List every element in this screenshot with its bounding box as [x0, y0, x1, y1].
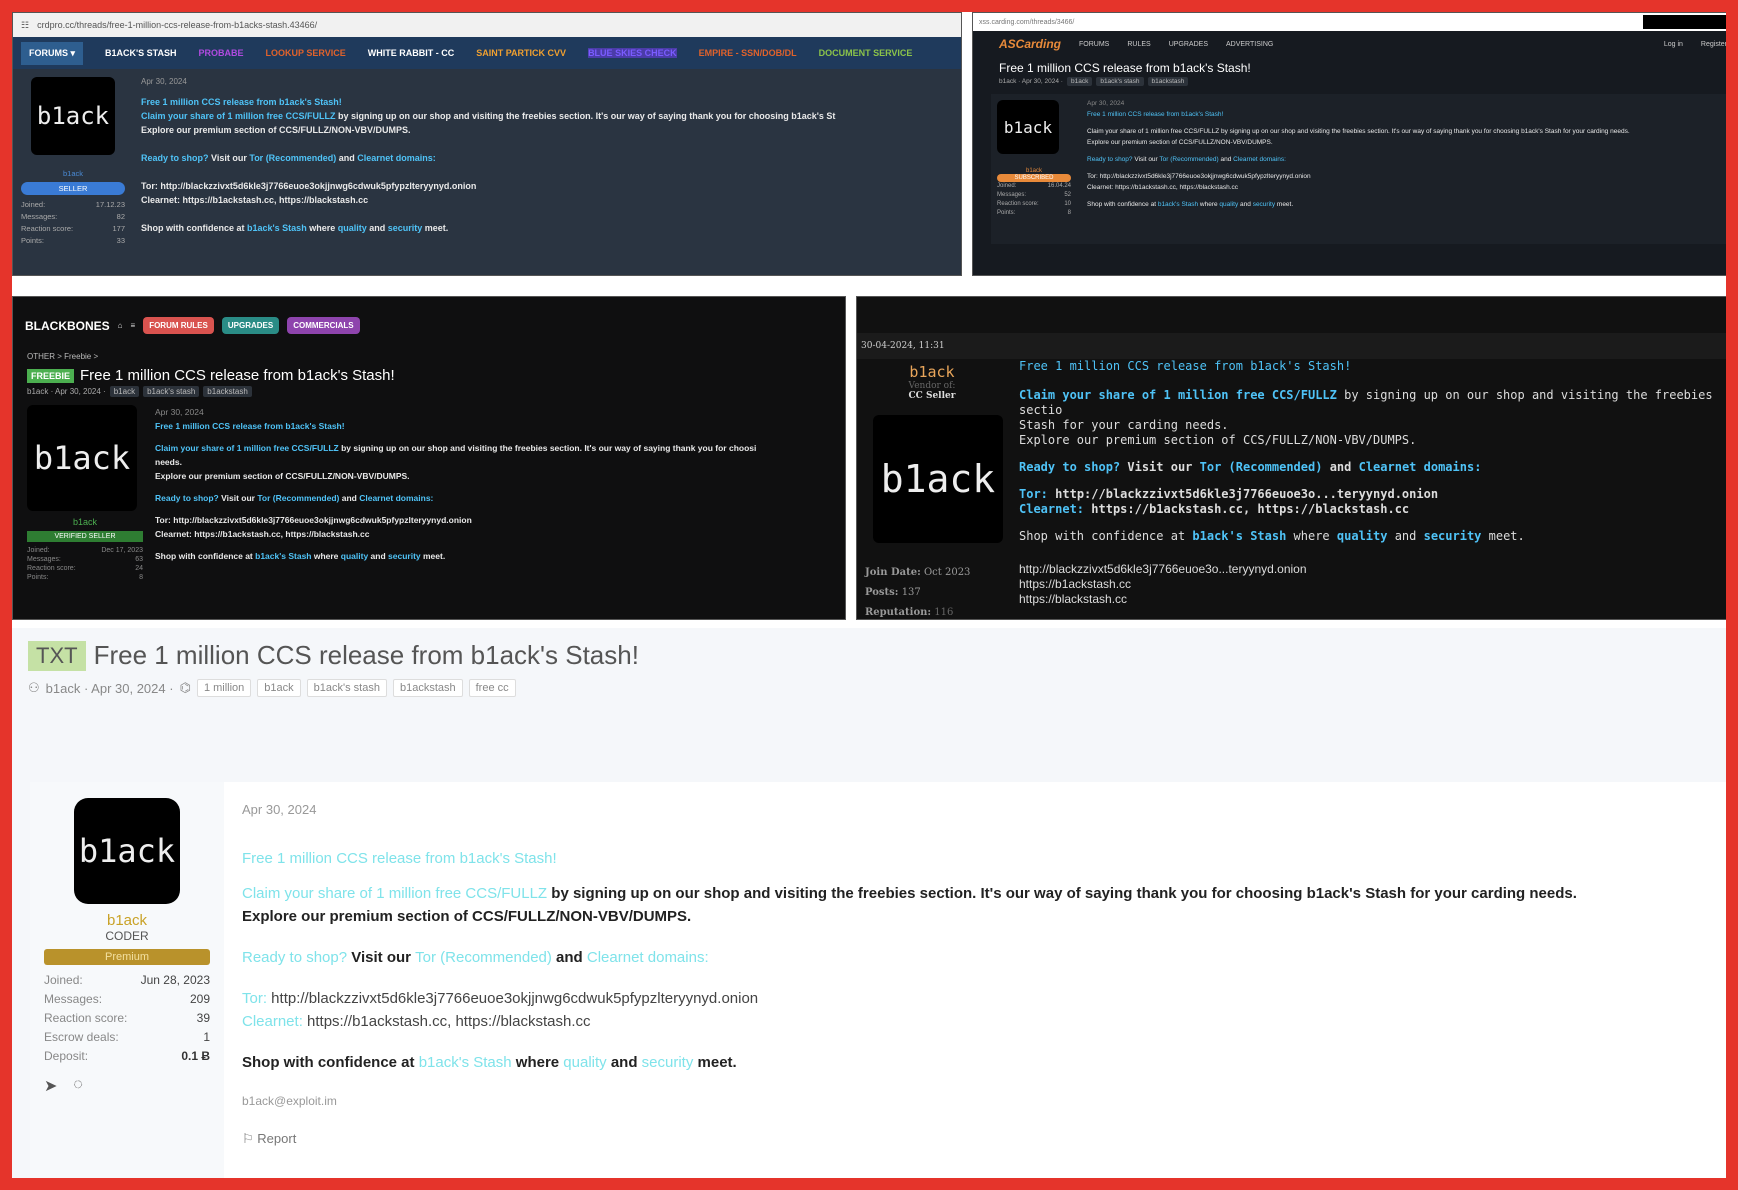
username[interactable]: b1ack: [44, 912, 210, 929]
user-sidebar: b1ack b1ack CODER Premium Joined: Jun 28,…: [30, 782, 224, 1178]
register-link[interactable]: Register: [1701, 41, 1726, 48]
nav-item[interactable]: BLUE SKIES CHECK: [588, 48, 677, 58]
tag-icon: ⌬: [179, 680, 191, 695]
address-bar[interactable]: xss.carding.com/threads/3466/: [979, 19, 1074, 26]
thread-title: Free 1 million CCS release from b1ack's …: [80, 367, 395, 384]
username[interactable]: b1ack: [27, 517, 143, 527]
post-line: Free 1 million CCS release from b1ack's …: [141, 97, 342, 107]
address-bar[interactable]: crdpro.cc/threads/free-1-million-ccs-rel…: [37, 20, 317, 30]
home-icon[interactable]: ⌂: [118, 321, 123, 330]
user-role: CODER: [105, 929, 149, 943]
forum-nav: ASCarding FORUMS RULES UPGRADES ADVERTIS…: [973, 31, 1726, 57]
post-date: 30-04-2024, 11:31: [857, 333, 1726, 359]
site-logo[interactable]: BLACKBONES: [25, 319, 110, 333]
nav-item[interactable]: B1ACK'S STASH: [105, 48, 176, 58]
prefix-badge: FREEBIE: [27, 368, 75, 383]
post-date: Apr 30, 2024: [242, 802, 317, 817]
seller-badge: SELLER: [21, 182, 125, 195]
crdpro-panel: ☷ crdpro.cc/threads/free-1-million-ccs-re…: [12, 12, 962, 276]
exploit-panel: TXT Free 1 million CCS release from b1ac…: [12, 628, 1726, 1178]
nav-item[interactable]: SAINT PARTICK CVV: [476, 48, 566, 58]
verified-badge: VERIFIED SELLER: [27, 531, 143, 542]
user-icon: ⚇: [28, 680, 40, 695]
menu-icon[interactable]: ≡: [131, 321, 136, 330]
signature[interactable]: b1ack@exploit.im: [242, 1090, 1577, 1113]
nav-item[interactable]: PROBABE: [199, 48, 244, 58]
post-card: b1ack b1ack CODER Premium Joined: Jun 28,…: [30, 782, 1726, 1178]
site-icon: ☷: [21, 19, 30, 30]
carding-panel: xss.carding.com/threads/3466/ ASCarding …: [972, 12, 1726, 276]
nav-item[interactable]: UPGRADES: [1169, 41, 1208, 48]
user-sidebar: b1ack b1ack VERIFIED SELLER Joined: Dec 1…: [27, 405, 143, 582]
avatar[interactable]: b1ack: [27, 405, 137, 511]
site-logo[interactable]: ASCarding: [999, 37, 1061, 51]
nav-item[interactable]: RULES: [1127, 41, 1150, 48]
pill-upgrades[interactable]: UPGRADES: [221, 317, 280, 334]
thread-meta: b1ack · Apr 30, 2024 · b1ack b1ack's stash…: [973, 77, 1726, 86]
nav-item[interactable]: LOOKUP SERVICE: [266, 48, 346, 58]
thread-meta: ⚇ b1ack · Apr 30, 2024 · ⌬ 1 million b1ack…: [12, 671, 1726, 697]
redaction: [1643, 15, 1726, 29]
report-link[interactable]: ⚐ Report: [242, 1127, 1577, 1150]
avatar[interactable]: b1ack: [31, 77, 115, 155]
user-sidebar: b1ack b1ack SUBSCRIBED Joined: 16.04.24 M…: [991, 94, 1077, 244]
post-body: Free 1 million CCS release from b1ack's …: [1019, 359, 1713, 606]
nav-item[interactable]: WHITE RABBIT - CC: [368, 48, 455, 58]
nav-item[interactable]: ADVERTISING: [1226, 41, 1273, 48]
thread-title: Free 1 million CCS release from b1ack's …: [999, 61, 1251, 75]
post-body: Apr 30, 2024 Free 1 million CCS release …: [155, 407, 757, 561]
nav-item[interactable]: FORUMS: [1079, 41, 1109, 48]
premium-badge: Premium: [44, 949, 210, 965]
pill-rules[interactable]: FORUM RULES: [143, 317, 214, 334]
flag-icon: ⚐: [242, 1131, 254, 1146]
user-sidebar: b1ack Vendor of: CC Seller b1ack Join Da…: [857, 359, 1007, 619]
avatar[interactable]: b1ack: [873, 415, 1003, 543]
vbulletin-panel: 30-04-2024, 11:31 b1ack Vendor of: CC Se…: [856, 296, 1726, 620]
post-date: Apr 30, 2024: [141, 77, 187, 86]
username[interactable]: b1ack: [21, 169, 125, 178]
post-body: Apr 30, 2024 Free 1 million CCS release …: [1087, 100, 1630, 208]
nav-item[interactable]: DOCUMENT SERVICE: [819, 48, 913, 58]
nav-forums[interactable]: FORUMS ▾: [21, 41, 84, 65]
user-badge: SUBSCRIBED: [997, 174, 1071, 182]
nav-item[interactable]: EMPIRE - SSN/DOB/DL: [699, 48, 797, 58]
avatar[interactable]: b1ack: [997, 100, 1059, 154]
pill-commercials[interactable]: COMMERCIALS: [287, 317, 360, 334]
avatar[interactable]: b1ack: [74, 798, 180, 904]
thread-meta: b1ack · Apr 30, 2024 · b1ack b1ack's stash…: [13, 386, 845, 397]
post-body: Apr 30, 2024 Free 1 million CCS release …: [224, 782, 1595, 1178]
user-sidebar: b1ack b1ack SELLER Joined: 17.12.23 Messa…: [13, 69, 133, 255]
thread-title: Free 1 million CCS release from b1ack's …: [93, 640, 639, 670]
forum-nav: FORUMS ▾ B1ACK'S STASH PROBABE LOOKUP SE…: [13, 37, 961, 69]
telegram-icon[interactable]: ➤: [44, 1076, 57, 1096]
prefix-badge: TXT: [28, 640, 86, 671]
post-body: Apr 30, 2024 Free 1 million CCS release …: [133, 69, 961, 255]
breadcrumb[interactable]: OTHER > Freebie >: [13, 334, 845, 361]
blackbones-panel: BLACKBONES ⌂ ≡ FORUM RULES UPGRADES COMME…: [12, 296, 846, 620]
username[interactable]: b1ack: [865, 363, 999, 381]
collage-frame: ☷ crdpro.cc/threads/free-1-million-ccs-re…: [0, 0, 1738, 1190]
login-link[interactable]: Log in: [1664, 41, 1683, 48]
lightbulb-icon[interactable]: ◌: [73, 1076, 83, 1096]
